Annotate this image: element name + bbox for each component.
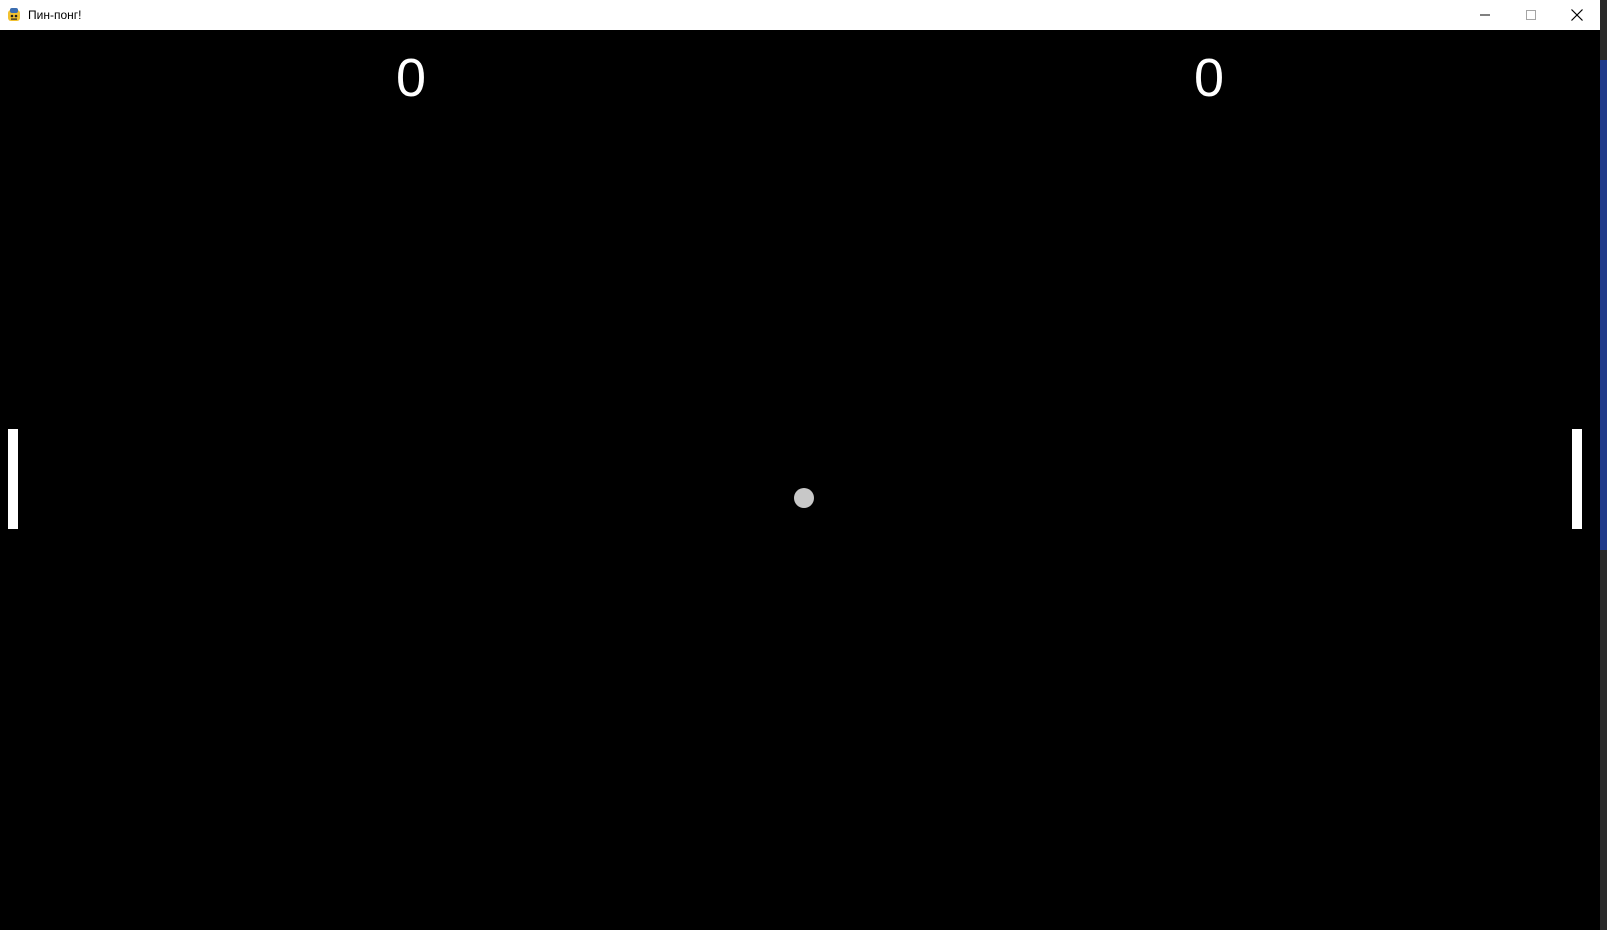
maximize-button[interactable]	[1508, 0, 1554, 30]
window-title: Пин-понг!	[28, 8, 82, 22]
maximize-icon	[1526, 10, 1536, 20]
game-canvas[interactable]: 0 0	[0, 30, 1600, 930]
pygame-logo-icon	[6, 7, 22, 23]
ball	[794, 488, 814, 508]
left-player-score: 0	[396, 48, 427, 108]
right-player-score: 0	[1194, 48, 1225, 108]
minimize-icon	[1480, 10, 1490, 20]
background-window-edge	[1600, 0, 1607, 930]
close-icon	[1571, 9, 1583, 21]
close-button[interactable]	[1554, 0, 1600, 30]
minimize-button[interactable]	[1462, 0, 1508, 30]
left-paddle	[8, 429, 18, 529]
background-accent-strip	[1600, 60, 1607, 550]
right-paddle	[1572, 429, 1582, 529]
window-controls	[1462, 0, 1600, 30]
game-window: Пин-понг! 0 0	[0, 0, 1600, 930]
title-bar[interactable]: Пин-понг!	[0, 0, 1600, 30]
